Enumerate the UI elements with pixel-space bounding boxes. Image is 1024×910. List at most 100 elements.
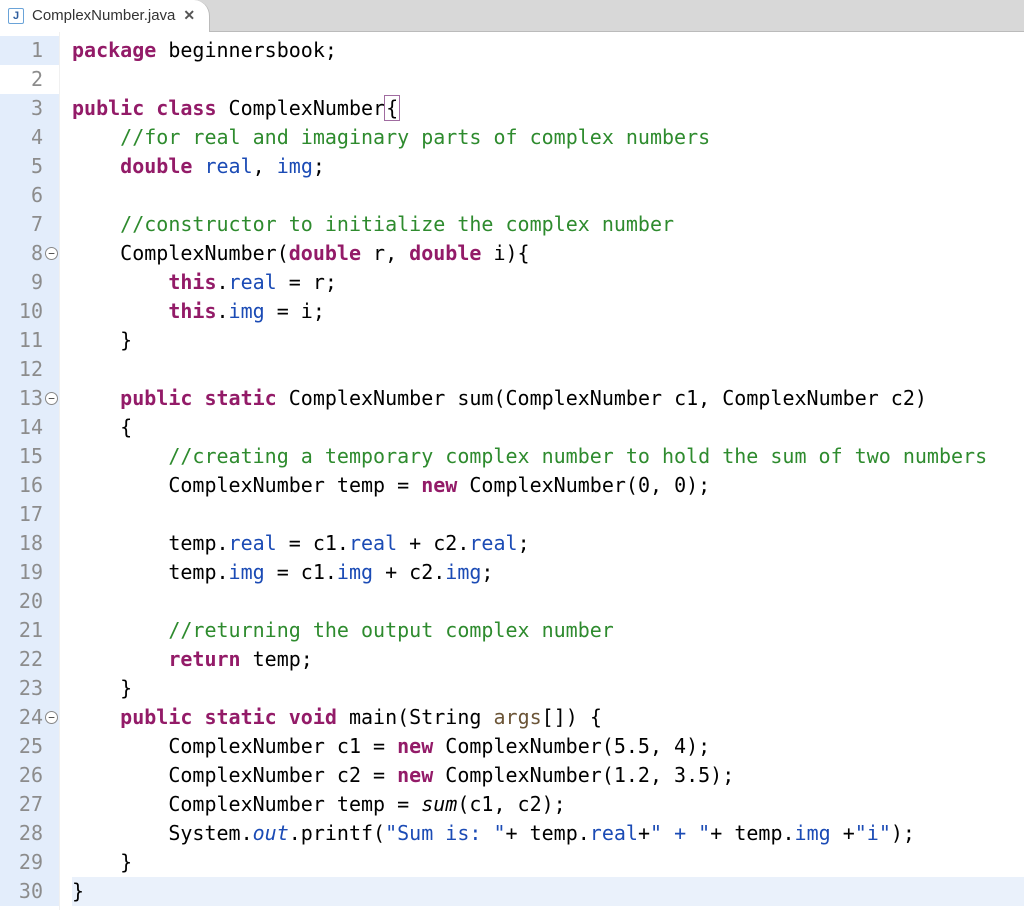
token-kw: new xyxy=(397,763,433,787)
token-plain: beginnersbook; xyxy=(156,38,337,62)
code-line[interactable]: } xyxy=(72,877,1024,906)
token-plain: ; xyxy=(313,154,325,178)
line-number: 4 xyxy=(31,123,43,152)
token-plain: = c1. xyxy=(277,531,349,555)
token-plain: = r; xyxy=(277,270,337,294)
editor-tab[interactable]: J ComplexNumber.java ✕ xyxy=(0,0,210,32)
token-plain: ComplexNumber xyxy=(217,96,386,120)
gutter-line: 6 xyxy=(0,181,59,210)
code-line[interactable]: } xyxy=(72,848,1024,877)
token-plain: temp. xyxy=(72,531,229,555)
code-line[interactable]: //returning the output complex number xyxy=(72,616,1024,645)
token-comment: //returning the output complex number xyxy=(168,618,614,642)
fold-toggle-icon[interactable]: − xyxy=(45,711,58,724)
close-icon[interactable]: ✕ xyxy=(183,7,195,24)
token-kw: public xyxy=(120,705,192,729)
token-field: real xyxy=(469,531,517,555)
code-line[interactable]: } xyxy=(72,326,1024,355)
gutter-line: 20 xyxy=(0,587,59,616)
code-line[interactable]: temp.img = c1.img + c2.img; xyxy=(72,558,1024,587)
gutter-line: 19 xyxy=(0,558,59,587)
code-line[interactable]: return temp; xyxy=(72,645,1024,674)
token-field: real xyxy=(229,531,277,555)
line-number: 9 xyxy=(31,268,43,297)
code-line[interactable]: this.img = i; xyxy=(72,297,1024,326)
token-field: img xyxy=(229,560,265,584)
token-plain xyxy=(72,444,168,468)
token-kw: public xyxy=(120,386,192,410)
line-number: 18 xyxy=(19,529,43,558)
token-plain: . xyxy=(217,299,229,323)
code-line[interactable]: } xyxy=(72,674,1024,703)
line-number: 27 xyxy=(19,790,43,819)
gutter-line: 25 xyxy=(0,732,59,761)
token-plain: .printf( xyxy=(289,821,385,845)
token-plain: ); xyxy=(891,821,915,845)
token-plain xyxy=(144,96,156,120)
token-kw: double xyxy=(409,241,481,265)
token-comment: //for real and imaginary parts of comple… xyxy=(120,125,710,149)
line-number: 13 xyxy=(19,384,43,413)
line-number: 8 xyxy=(31,239,43,268)
code-line[interactable] xyxy=(72,65,1024,94)
code-line[interactable]: ComplexNumber temp = new ComplexNumber(0… xyxy=(72,471,1024,500)
token-plain: } xyxy=(72,328,132,352)
code-line[interactable]: public static void main(String args[]) { xyxy=(72,703,1024,732)
gutter-line: 11 xyxy=(0,326,59,355)
code-line[interactable]: package beginnersbook; xyxy=(72,36,1024,65)
line-number: 14 xyxy=(19,413,43,442)
token-field: real xyxy=(204,154,252,178)
code-line[interactable]: ComplexNumber(double r, double i){ xyxy=(72,239,1024,268)
code-line[interactable]: temp.real = c1.real + c2.real; xyxy=(72,529,1024,558)
fold-toggle-icon[interactable]: − xyxy=(45,392,58,405)
gutter-line: 27 xyxy=(0,790,59,819)
token-param: args xyxy=(493,705,541,729)
token-kw: static xyxy=(204,705,276,729)
token-kw: new xyxy=(421,473,457,497)
gutter-line: 28 xyxy=(0,819,59,848)
token-comment: //creating a temporary complex number to… xyxy=(168,444,987,468)
token-plain: { xyxy=(72,415,132,439)
token-kw: void xyxy=(289,705,337,729)
gutter-line: 3 xyxy=(0,94,59,123)
code-line[interactable]: public static ComplexNumber sum(ComplexN… xyxy=(72,384,1024,413)
token-plain xyxy=(192,386,204,410)
code-line[interactable]: ComplexNumber c2 = new ComplexNumber(1.2… xyxy=(72,761,1024,790)
code-line[interactable]: this.real = r; xyxy=(72,268,1024,297)
code-line[interactable]: ComplexNumber temp = sum(c1, c2); xyxy=(72,790,1024,819)
code-line[interactable]: //for real and imaginary parts of comple… xyxy=(72,123,1024,152)
token-str: "Sum is: " xyxy=(385,821,505,845)
code-line[interactable] xyxy=(72,355,1024,384)
gutter-line: 24− xyxy=(0,703,59,732)
code-line[interactable] xyxy=(72,587,1024,616)
code-line[interactable]: System.out.printf("Sum is: "+ temp.real+… xyxy=(72,819,1024,848)
token-plain xyxy=(192,705,204,729)
gutter-line: 17 xyxy=(0,500,59,529)
fold-toggle-icon[interactable]: − xyxy=(45,247,58,260)
token-plain xyxy=(72,386,120,410)
gutter-line: 10 xyxy=(0,297,59,326)
token-field: img xyxy=(445,560,481,584)
line-number: 21 xyxy=(19,616,43,645)
code-line[interactable]: { xyxy=(72,413,1024,442)
token-kw: return xyxy=(168,647,240,671)
token-plain: } xyxy=(72,850,132,874)
code-line[interactable] xyxy=(72,500,1024,529)
code-line[interactable]: double real, img; xyxy=(72,152,1024,181)
token-plain: []) { xyxy=(542,705,602,729)
code-area[interactable]: package beginnersbook; public class Compl… xyxy=(60,32,1024,910)
line-number: 1 xyxy=(31,36,43,65)
token-kw: static xyxy=(204,386,276,410)
code-line[interactable]: //constructor to initialize the complex … xyxy=(72,210,1024,239)
gutter-line: 18 xyxy=(0,529,59,558)
token-plain: (c1, c2); xyxy=(457,792,565,816)
line-number: 5 xyxy=(31,152,43,181)
token-plain: } xyxy=(72,676,132,700)
token-field: img xyxy=(337,560,373,584)
code-line[interactable]: ComplexNumber c1 = new ComplexNumber(5.5… xyxy=(72,732,1024,761)
gutter-line: 29 xyxy=(0,848,59,877)
code-line[interactable]: public class ComplexNumber{ xyxy=(72,94,1024,123)
gutter-line: 2 xyxy=(0,65,59,94)
code-line[interactable] xyxy=(72,181,1024,210)
code-line[interactable]: //creating a temporary complex number to… xyxy=(72,442,1024,471)
